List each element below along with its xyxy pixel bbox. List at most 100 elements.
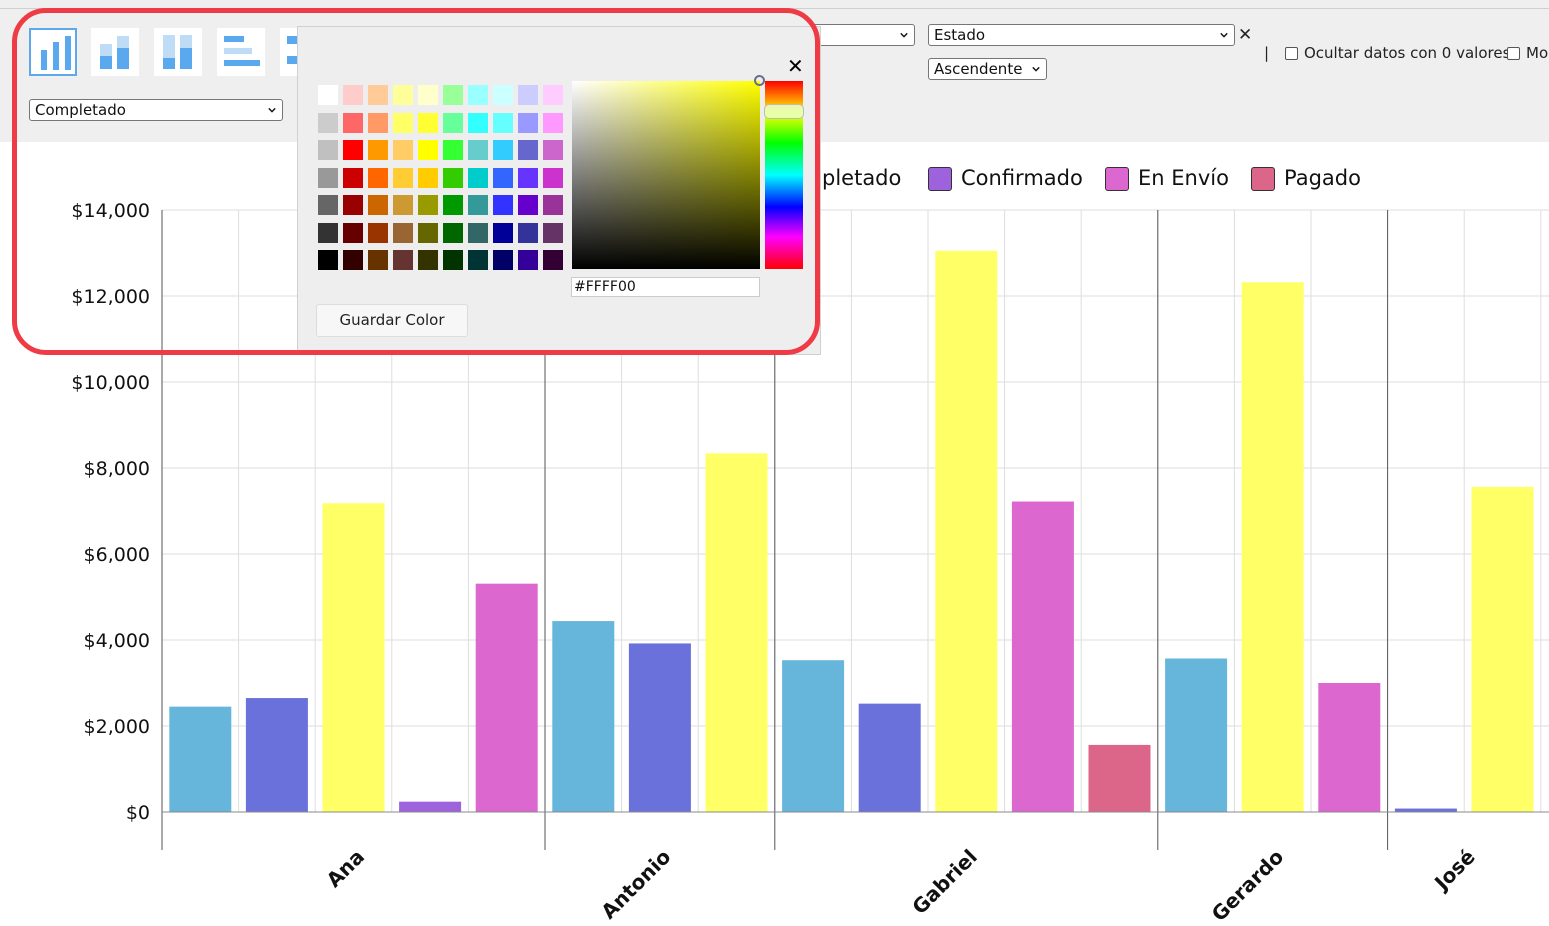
hue-slider-thumb[interactable] <box>764 104 804 119</box>
color-swatch[interactable] <box>518 167 538 188</box>
bar <box>1011 501 1074 812</box>
legend-label-pagado[interactable]: Pagado <box>1284 166 1361 190</box>
color-swatch[interactable] <box>443 222 463 243</box>
color-swatch[interactable] <box>343 195 363 215</box>
color-swatch[interactable] <box>543 195 563 215</box>
hex-color-input[interactable]: #FFFF00 <box>571 277 760 297</box>
color-swatch[interactable] <box>318 112 338 133</box>
color-swatch[interactable] <box>343 85 363 105</box>
horizontal-stacked-bar-chart-button[interactable] <box>280 28 297 76</box>
clear-sort-button[interactable]: ✕ <box>1238 25 1252 45</box>
color-swatch[interactable] <box>518 140 538 160</box>
color-swatch[interactable] <box>318 250 338 270</box>
color-swatch[interactable] <box>318 140 338 160</box>
color-swatch[interactable] <box>543 222 563 243</box>
color-swatch[interactable] <box>393 222 413 243</box>
sort-order-select[interactable]: Ascendente <box>928 58 1047 80</box>
saturation-value-area[interactable] <box>572 81 760 269</box>
vertical-percent-bar-chart-button[interactable] <box>154 28 202 76</box>
color-swatch[interactable] <box>493 85 513 105</box>
color-swatch[interactable] <box>493 140 513 160</box>
color-swatch[interactable] <box>468 222 488 243</box>
color-swatch[interactable] <box>493 222 513 243</box>
color-swatch[interactable] <box>543 250 563 270</box>
legend-label-completado[interactable]: pletado <box>822 166 901 190</box>
color-swatch[interactable] <box>393 250 413 270</box>
color-swatch[interactable] <box>418 222 438 243</box>
color-swatch[interactable] <box>368 140 388 160</box>
extra-option-label[interactable]: Mo <box>1526 44 1548 62</box>
color-swatch[interactable] <box>468 195 488 215</box>
color-swatch[interactable] <box>393 195 413 215</box>
close-picker-button[interactable]: ✕ <box>787 56 804 76</box>
color-swatch[interactable] <box>518 222 538 243</box>
legend-label-confirmado[interactable]: Confirmado <box>961 166 1083 190</box>
series-select[interactable]: Completado <box>29 99 283 121</box>
color-swatch[interactable] <box>443 195 463 215</box>
color-swatch[interactable] <box>518 85 538 105</box>
color-swatch[interactable] <box>518 112 538 133</box>
color-swatch[interactable] <box>368 85 388 105</box>
legend-swatch-pagado[interactable] <box>1251 167 1275 191</box>
color-swatch[interactable] <box>543 85 563 105</box>
color-swatch[interactable] <box>468 85 488 105</box>
color-swatch[interactable] <box>343 167 363 188</box>
color-swatch[interactable] <box>518 195 538 215</box>
color-swatch[interactable] <box>543 167 563 188</box>
vertical-bar-chart-button[interactable] <box>29 28 77 76</box>
color-swatch[interactable] <box>393 112 413 133</box>
color-swatch[interactable] <box>368 222 388 243</box>
color-swatch[interactable] <box>543 140 563 160</box>
color-swatch[interactable] <box>443 112 463 133</box>
saturation-value-thumb[interactable] <box>754 75 765 86</box>
color-swatch[interactable] <box>418 250 438 270</box>
color-swatch[interactable] <box>318 85 338 105</box>
group-field-select[interactable] <box>815 24 915 46</box>
color-swatch[interactable] <box>468 112 488 133</box>
color-swatch[interactable] <box>443 85 463 105</box>
color-swatch[interactable] <box>518 250 538 270</box>
color-swatch[interactable] <box>343 222 363 243</box>
color-swatch[interactable] <box>393 167 413 188</box>
color-swatch[interactable] <box>393 85 413 105</box>
sort-field-select[interactable]: Estado <box>928 24 1235 46</box>
legend-label-en-envio[interactable]: En Envío <box>1138 166 1229 190</box>
color-swatch[interactable] <box>468 140 488 160</box>
save-color-button[interactable]: Guardar Color <box>316 304 468 337</box>
color-swatch[interactable] <box>418 195 438 215</box>
color-swatch[interactable] <box>468 167 488 188</box>
color-swatch[interactable] <box>443 167 463 188</box>
color-swatch[interactable] <box>443 250 463 270</box>
hide-zero-checkbox[interactable] <box>1285 47 1298 60</box>
vertical-stacked-bar-chart-button[interactable] <box>91 28 139 76</box>
color-swatch[interactable] <box>418 167 438 188</box>
color-swatch[interactable] <box>468 250 488 270</box>
color-swatch[interactable] <box>343 112 363 133</box>
extra-option-checkbox[interactable] <box>1507 47 1520 60</box>
color-swatch[interactable] <box>368 112 388 133</box>
bar <box>1471 486 1534 812</box>
color-swatch[interactable] <box>493 195 513 215</box>
color-swatch[interactable] <box>493 167 513 188</box>
legend-swatch-confirmado[interactable] <box>928 167 952 191</box>
color-swatch[interactable] <box>418 85 438 105</box>
color-swatch[interactable] <box>368 167 388 188</box>
color-swatch[interactable] <box>443 140 463 160</box>
color-swatch[interactable] <box>418 140 438 160</box>
color-swatch[interactable] <box>368 250 388 270</box>
color-swatch[interactable] <box>318 195 338 215</box>
color-swatch[interactable] <box>418 112 438 133</box>
legend-swatch-en-envio[interactable] <box>1105 167 1129 191</box>
color-swatch[interactable] <box>493 250 513 270</box>
hide-zero-label[interactable]: Ocultar datos con 0 valores <box>1304 44 1510 62</box>
color-swatch[interactable] <box>318 222 338 243</box>
color-swatch[interactable] <box>343 250 363 270</box>
bar <box>705 453 768 812</box>
color-swatch[interactable] <box>393 140 413 160</box>
color-swatch[interactable] <box>543 112 563 133</box>
color-swatch[interactable] <box>318 167 338 188</box>
color-swatch[interactable] <box>343 140 363 160</box>
color-swatch[interactable] <box>493 112 513 133</box>
color-swatch[interactable] <box>368 195 388 215</box>
horizontal-bar-chart-button[interactable] <box>217 28 265 76</box>
